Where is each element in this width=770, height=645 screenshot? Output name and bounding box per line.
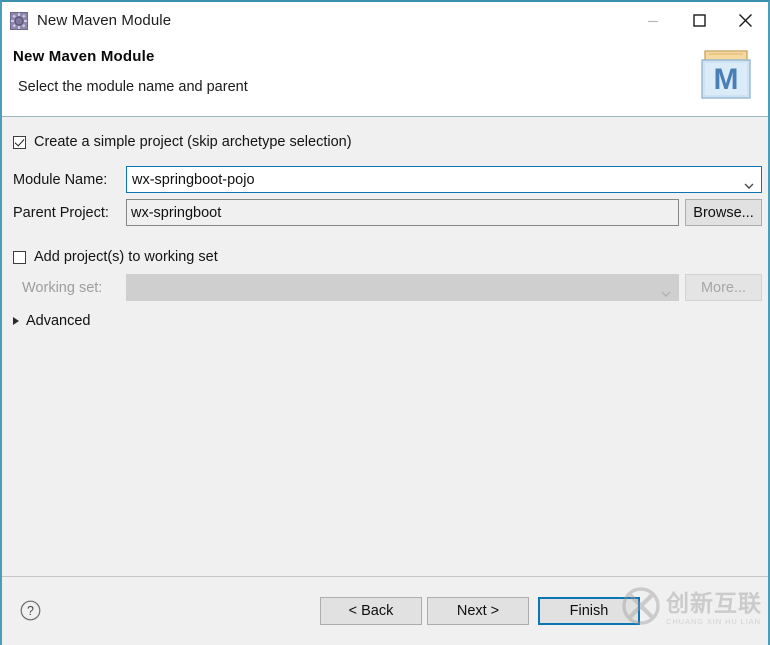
- back-button[interactable]: < Back: [320, 597, 422, 625]
- parent-project-label: Parent Project:: [13, 205, 109, 221]
- create-simple-project-checkbox[interactable]: [13, 136, 26, 149]
- footer-separator: [2, 576, 768, 577]
- watermark-text: 创新互联 CHUANG XIN HU LIAN: [666, 592, 762, 626]
- advanced-label: Advanced: [26, 313, 91, 329]
- watermark-chinese: 创新互联: [666, 592, 762, 615]
- svg-text:?: ?: [27, 604, 34, 618]
- working-set-more-button[interactable]: More...: [685, 274, 762, 301]
- close-button[interactable]: [722, 6, 768, 36]
- add-to-working-set-label: Add project(s) to working set: [34, 249, 218, 265]
- add-to-working-set-checkbox[interactable]: [13, 251, 26, 264]
- create-simple-project-label: Create a simple project (skip archetype …: [34, 134, 352, 150]
- maximize-button[interactable]: [676, 6, 722, 36]
- parent-project-input[interactable]: wx-springboot: [126, 199, 679, 226]
- create-simple-project-row[interactable]: Create a simple project (skip archetype …: [13, 134, 352, 150]
- minimize-button[interactable]: [630, 6, 676, 36]
- triangle-right-icon: [13, 317, 19, 325]
- page-subtitle: Select the module name and parent: [18, 79, 248, 95]
- watermark-pinyin: CHUANG XIN HU LIAN: [666, 618, 762, 626]
- browse-button[interactable]: Browse...: [685, 199, 762, 226]
- module-name-label: Module Name:: [13, 172, 107, 188]
- advanced-expander[interactable]: Advanced: [13, 313, 91, 329]
- working-set-combo[interactable]: [126, 274, 679, 301]
- help-question-icon[interactable]: ?: [20, 600, 41, 621]
- maven-module-icon: [10, 12, 28, 30]
- chevron-down-icon: [661, 284, 671, 291]
- next-button[interactable]: Next >: [427, 597, 529, 625]
- parent-project-value: wx-springboot: [131, 205, 221, 221]
- window-title: New Maven Module: [37, 12, 171, 29]
- new-maven-module-dialog: New Maven Module New Maven Module: [0, 0, 770, 645]
- svg-text:M: M: [714, 63, 739, 96]
- dialog-body: Create a simple project (skip archetype …: [2, 117, 768, 645]
- module-name-value: wx-springboot-pojo: [127, 172, 255, 188]
- working-set-label: Working set:: [22, 280, 102, 296]
- add-to-working-set-row[interactable]: Add project(s) to working set: [13, 249, 218, 265]
- chevron-down-icon[interactable]: [744, 176, 754, 183]
- finish-button[interactable]: Finish: [538, 597, 640, 625]
- page-title: New Maven Module: [13, 48, 155, 65]
- watermark: 创新互联 CHUANG XIN HU LIAN: [621, 586, 762, 631]
- title-bar: New Maven Module: [2, 2, 768, 39]
- wizard-header: New Maven Module Select the module name …: [2, 39, 768, 117]
- window-controls: [630, 2, 768, 39]
- maven-folder-m-icon: M: [697, 47, 755, 102]
- module-name-input[interactable]: wx-springboot-pojo: [126, 166, 762, 193]
